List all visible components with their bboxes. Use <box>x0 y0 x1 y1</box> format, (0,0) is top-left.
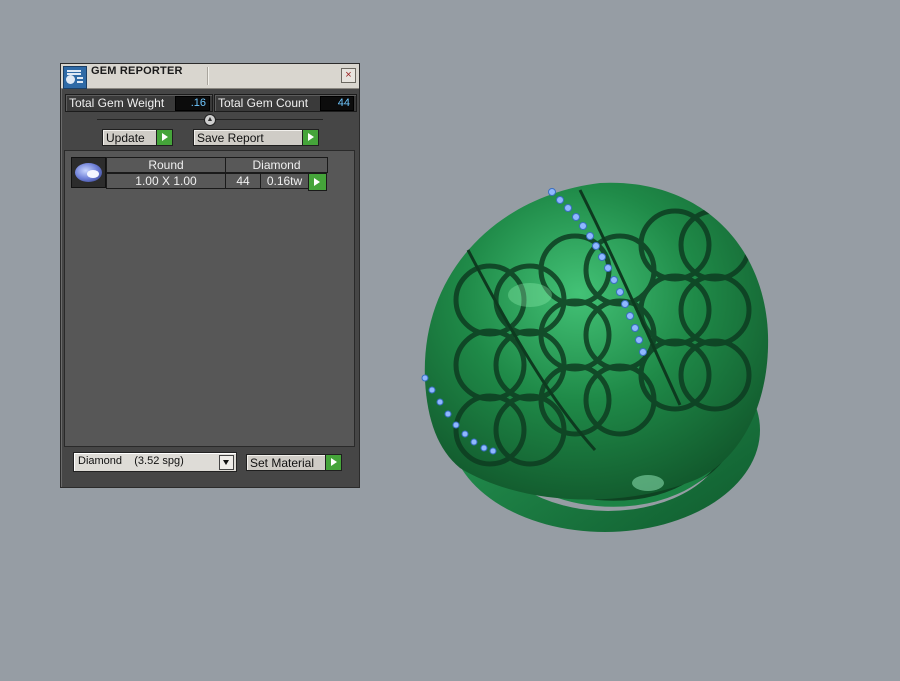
gem-weight-cell: 0.16tw <box>260 173 309 189</box>
title-divider <box>207 67 209 85</box>
chevron-down-icon[interactable] <box>219 455 234 470</box>
total-gem-weight-value: .16 <box>175 96 210 111</box>
gem-highlight <box>87 170 99 178</box>
save-report-button-label: Save Report <box>197 131 264 145</box>
gem-size-cell: 1.00 X 1.00 <box>106 173 226 189</box>
save-report-button[interactable]: Save Report <box>193 129 319 146</box>
row-select-button[interactable] <box>308 173 327 191</box>
ring-viewport[interactable] <box>380 150 810 560</box>
gem-count-cell: 44 <box>225 173 261 189</box>
play-arrow-icon[interactable] <box>325 455 341 470</box>
play-arrow-icon <box>314 178 320 186</box>
play-arrow-icon[interactable] <box>302 130 318 145</box>
close-icon[interactable]: × <box>341 68 356 83</box>
play-arrow-icon[interactable] <box>156 130 172 145</box>
gem-list: Round Diamond 1.00 X 1.00 44 0.16tw <box>64 150 355 447</box>
total-gem-count-value: 44 <box>320 96 354 111</box>
ring-dome <box>424 182 769 500</box>
panel-titlebar[interactable]: GEM REPORTER × <box>61 64 359 89</box>
total-gem-count-box: Total Gem Count 44 <box>214 94 357 112</box>
splitter-handle[interactable]: ▲ <box>204 114 216 126</box>
shape-header: Round <box>106 157 226 173</box>
update-button-label: Update <box>106 131 145 145</box>
update-button[interactable]: Update <box>102 129 173 146</box>
material-select[interactable]: Diamond (3.52 spg) <box>73 452 237 472</box>
gem-report-icon <box>63 66 87 89</box>
round-gem-icon[interactable] <box>71 157 106 188</box>
total-gem-weight: Total Gem Weight .16 <box>65 94 213 112</box>
total-gem-weight-label: Total Gem Weight <box>69 96 165 110</box>
panel-title: GEM REPORTER <box>91 65 183 77</box>
set-material-button-label: Set Material <box>250 456 315 470</box>
material-select-value: Diamond (3.52 spg) <box>78 455 184 467</box>
gem-reporter-panel: GEM REPORTER × Total Gem Weight .16 Tota… <box>60 63 360 488</box>
total-gem-weight-box: Total Gem Weight .16 <box>65 94 213 112</box>
set-material-button[interactable]: Set Material <box>246 454 342 471</box>
material-header: Diamond <box>225 157 328 173</box>
total-gem-count: Total Gem Count 44 <box>214 94 357 112</box>
total-gem-count-label: Total Gem Count <box>218 96 309 110</box>
